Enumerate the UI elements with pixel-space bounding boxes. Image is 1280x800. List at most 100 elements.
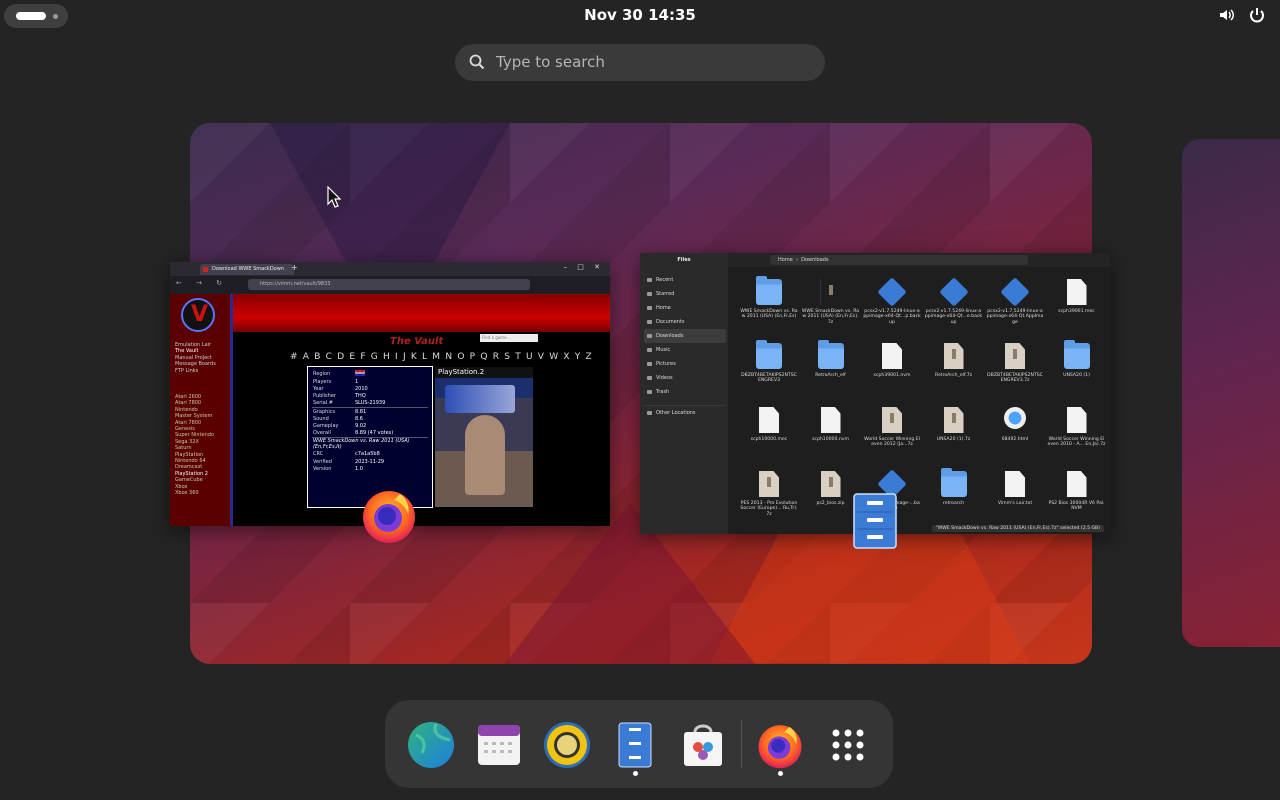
file-item[interactable]: DBZBT4BETAKIPS2NTSCENGREV3 [738,337,800,401]
app-file-icon [938,277,969,307]
nav-arrows-icon[interactable]: ← → ↻ [176,279,228,287]
site-logo[interactable] [181,298,215,332]
site-system-links[interactable]: Atari 2600 Atari 7800 Nintendo Master Sy… [175,394,214,497]
file-name: ps2_bios.zip [816,501,845,506]
new-tab-icon[interactable]: + [291,263,298,272]
file-item[interactable]: pcsx2-v1.7.5249-linux-appimage-x64-Qt...… [861,273,923,337]
app-file-icon [1000,277,1030,307]
file-name: PES 2013 - Pro Evolution Soccer (Europe)… [740,501,798,517]
browser-tab[interactable]: Download WWE SmackDown [200,264,294,275]
workspace-thumbnail-next[interactable] [1182,139,1280,647]
search-placeholder: Type to search [496,53,605,71]
app-file-icon [877,277,907,307]
browser-globe-icon[interactable] [406,720,456,770]
folder-file-icon [940,468,967,497]
calendar-icon[interactable] [474,720,524,770]
file-item[interactable]: DBZBT4BETAKIPS2NTSCENGREV3.7z [984,337,1046,401]
dock-separator [741,720,742,768]
file-item[interactable]: scph10000.nvm [800,401,862,465]
file-item[interactable]: scph39001.nvm [861,337,923,401]
file-item[interactable]: UNSA20 (1).7z [923,401,985,465]
doc-file-icon [882,343,902,369]
files-sidebar: Files Recent Starred Home Documents Down… [640,253,728,534]
file-item[interactable]: PS2 Bios 30004R V6 Pal.NVM [1046,465,1108,529]
cover-figure [465,415,505,495]
doc-file-icon [759,407,779,433]
url-bar[interactable]: https://vimm.net/vault/9833 [248,279,530,290]
file-item[interactable]: Vimm's Lair.txt [984,465,1046,529]
file-item[interactable]: pcsx2-v1.7.5249-linux-appimage-x64-Qt.Ap… [984,273,1046,337]
file-item[interactable]: scph10000.mec [738,401,800,465]
file-name: World Soccer Winning Eleven 2012 (Ja...7… [864,437,920,448]
doc-file-icon [1005,471,1025,497]
file-item[interactable]: WWE SmackDown vs. Raw 2011 (USA) (En,Fr,… [800,273,862,337]
file-name: scph39001.mec [1058,309,1095,314]
folder-file-icon [756,276,782,305]
file-name: retroarch [942,501,965,506]
selection-status: "WWE SmackDown vs. Raw 2011 (USA) (En,Fr… [931,525,1104,532]
firefox-dock-item[interactable] [755,720,805,776]
path-home[interactable]: Home [778,257,793,263]
doc-file-icon [820,407,841,433]
file-item[interactable]: RetroArch_elf [800,337,862,401]
archive-file-icon [820,279,841,305]
file-name: RetroArch_elf.7z [934,373,973,378]
music-player-icon[interactable] [542,720,592,770]
file-name: UNSA20 (1).7z [936,437,971,442]
file-item[interactable]: PES 2013 - Pro Evolution Soccer (Europe)… [738,465,800,529]
file-item[interactable]: World Soccer Winning Eleven 2012 (Ja...7… [861,401,923,465]
files-dock-item[interactable] [610,720,660,776]
file-item[interactable]: scph39001.mec [1046,273,1108,337]
file-item[interactable]: RetroArch_elf.7z [923,337,985,401]
software-store-icon[interactable] [678,720,728,770]
file-item[interactable]: UNSA20 (1) [1046,337,1108,401]
file-item[interactable]: pcsx2-v1.7.5249-linux-appimage-x64-Qt...… [923,273,985,337]
folder-file-icon [1063,340,1090,369]
game-cover-image: PlayStation.2 [435,367,533,507]
file-item[interactable]: retroarch [923,465,985,529]
archive-file-icon [1005,343,1025,369]
file-item[interactable]: World Soccer Winning Eleven 2010 - A... … [1046,401,1108,465]
site-title: The Vault [390,336,444,347]
file-item[interactable]: 68492.html [984,401,1046,465]
file-name: WWE SmackDown vs. Raw 2011 (USA) (En,Fr,… [801,309,860,325]
browser-tab-bar: Download WWE SmackDown + – □ ✕ [170,262,610,276]
file-item[interactable]: ps2_bios.zip [800,465,862,529]
sidebar-item-pictures[interactable]: Pictures [644,357,726,371]
sidebar-item-recent[interactable]: Recent [644,273,726,287]
sidebar-item-documents[interactable]: Documents [644,315,726,329]
file-name: pcsx2-v1.7.5249-linux-appimage-x64-Qt.Ap… [986,309,1044,325]
path-downloads[interactable]: Downloads [801,257,828,263]
file-name: pcsx2-v1.7.5249-linux-appimage-x64-Qt...… [863,309,921,325]
alphabet-links[interactable]: # A B C D E F G H I J K L M N O P Q R S … [290,352,593,362]
sidebar-item-starred[interactable]: Starred [644,287,726,301]
path-bar[interactable]: Home › Downloads [770,255,1028,265]
volume-icon [1218,6,1236,24]
file-name: RetroArch_elf [815,373,846,378]
file-name: WWE SmackDown vs. Raw 2011 (USA) (En,Fr,… [740,309,798,320]
clock[interactable]: Nov 30 14:35 [0,6,1280,24]
site-search-input[interactable]: Find a game... [480,334,538,342]
running-indicator [778,771,783,776]
browser-navbar: ← → ↻ https://vimm.net/vault/9833 [170,276,610,294]
file-name: DBZBT4BETAKIPS2NTSCENGREV3 [741,373,797,384]
file-name: scph39001.nvm [873,373,911,378]
app-grid-icon[interactable] [823,720,873,770]
sidebar-item-trash[interactable]: Trash [644,385,726,399]
search-entry[interactable]: Type to search [455,44,825,81]
files-window-preview[interactable]: Files Recent Starred Home Documents Down… [640,253,1110,534]
sidebar-item-downloads[interactable]: Downloads [644,329,726,343]
site-nav-links[interactable]: Emulation Lair The Vault Manual Project … [175,342,216,374]
file-item[interactable]: WWE SmackDown vs. Raw 2011 (USA) (En,Fr,… [738,273,800,337]
window-controls[interactable]: – □ ✕ [564,263,604,271]
sidebar-item-videos[interactable]: Videos [644,371,726,385]
file-name: scph10000.nvm [812,437,849,442]
sidebar-item-music[interactable]: Music [644,343,726,357]
running-indicator [633,771,638,776]
files-icon [618,722,652,768]
folder-file-icon [817,340,844,369]
sidebar-item-other-locations[interactable]: Other Locations [644,405,726,420]
sidebar-item-home[interactable]: Home [644,301,726,315]
power-icon [1248,6,1266,24]
system-menu[interactable] [1218,6,1266,24]
